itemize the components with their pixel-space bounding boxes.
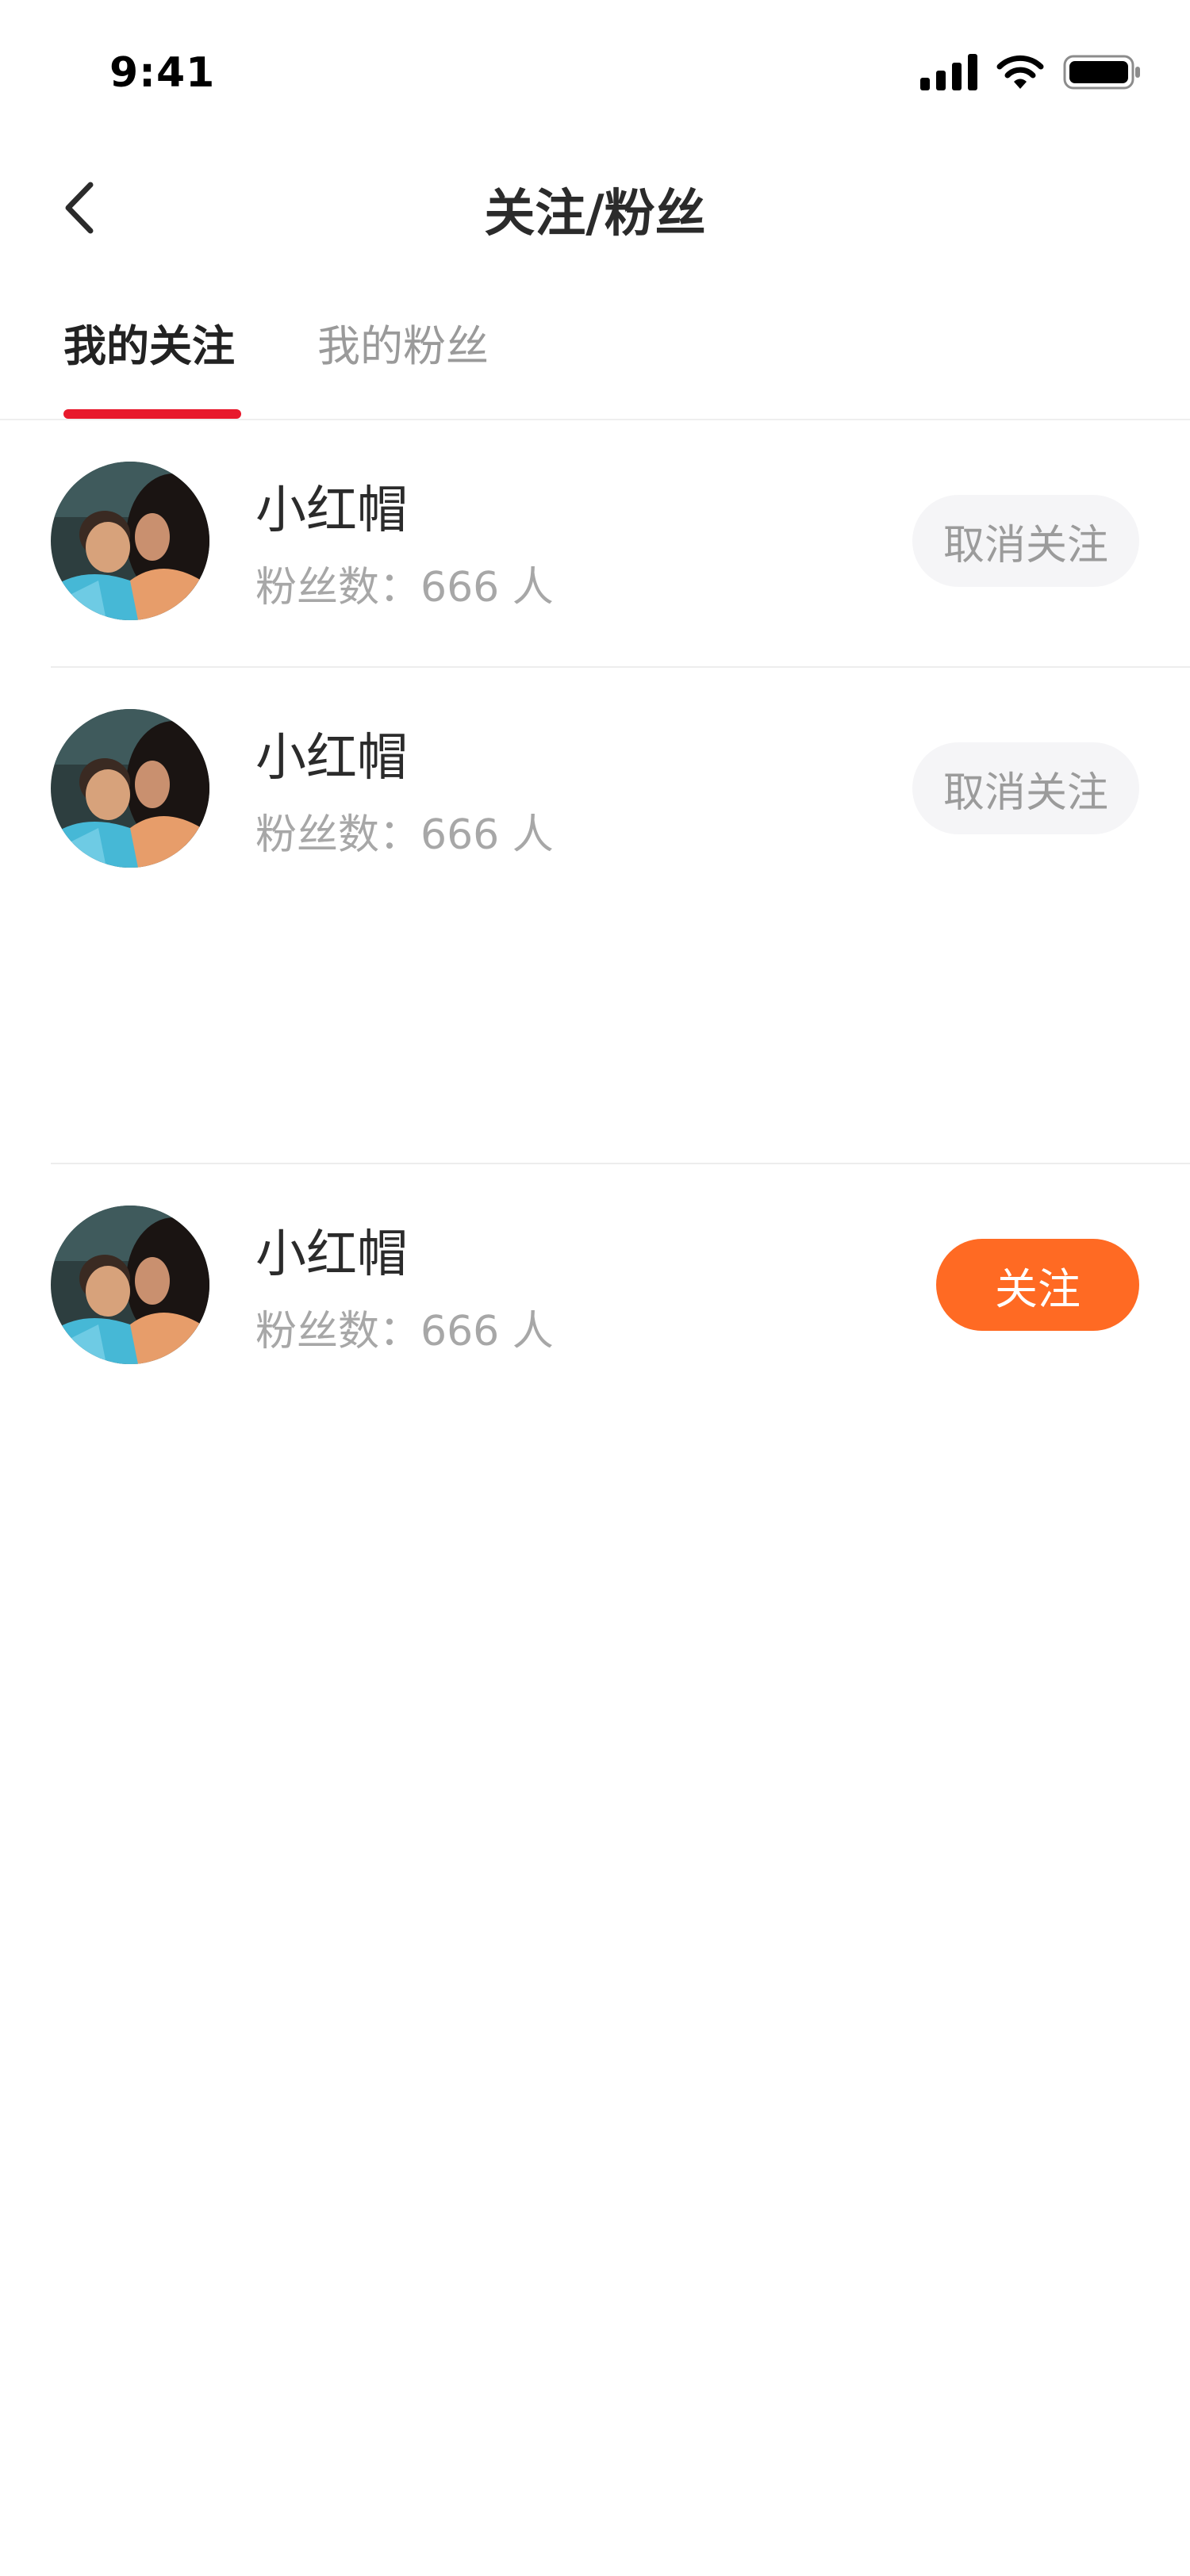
avatar[interactable] [51, 709, 209, 868]
list-item[interactable]: 小红帽 粉丝数：666 人 关注 [0, 1164, 1190, 1410]
active-tab-indicator [63, 409, 241, 419]
user-name: 小红帽 [255, 481, 408, 540]
user-photo-avatar [51, 1206, 209, 1364]
status-bar: 9:41 [0, 0, 1190, 143]
status-time: 9:41 [109, 49, 216, 97]
tab-my-following[interactable]: 我的关注 [63, 311, 235, 374]
unfollow-button[interactable]: 取消关注 [912, 742, 1139, 834]
unfollow-button[interactable]: 取消关注 [912, 495, 1139, 587]
follow-button[interactable]: 关注 [936, 1239, 1139, 1331]
list-item[interactable]: 小红帽 粉丝数：666 人 取消关注 [0, 668, 1190, 914]
wifi-icon [995, 54, 1046, 94]
user-photo-avatar [51, 709, 209, 868]
status-icons [920, 54, 1142, 94]
fans-count: 粉丝数：666 人 [255, 564, 554, 611]
tab-bar: 我的关注 我的粉丝 [0, 301, 1190, 420]
page-title: 关注/粉丝 [484, 185, 706, 243]
battery-icon [1063, 54, 1142, 94]
user-photo-avatar [51, 462, 209, 620]
fans-count: 粉丝数：666 人 [255, 811, 554, 859]
tab-my-fans[interactable]: 我的粉丝 [317, 311, 489, 374]
fans-count: 粉丝数：666 人 [255, 1308, 554, 1355]
user-name: 小红帽 [255, 1225, 408, 1284]
signal-icon [920, 54, 977, 94]
nav-bar: 关注/粉丝 [0, 143, 1190, 270]
user-name: 小红帽 [255, 729, 408, 788]
list-item[interactable]: 小红帽 粉丝数：666 人 取消关注 [0, 420, 1190, 666]
avatar[interactable] [51, 1206, 209, 1364]
avatar[interactable] [51, 462, 209, 620]
